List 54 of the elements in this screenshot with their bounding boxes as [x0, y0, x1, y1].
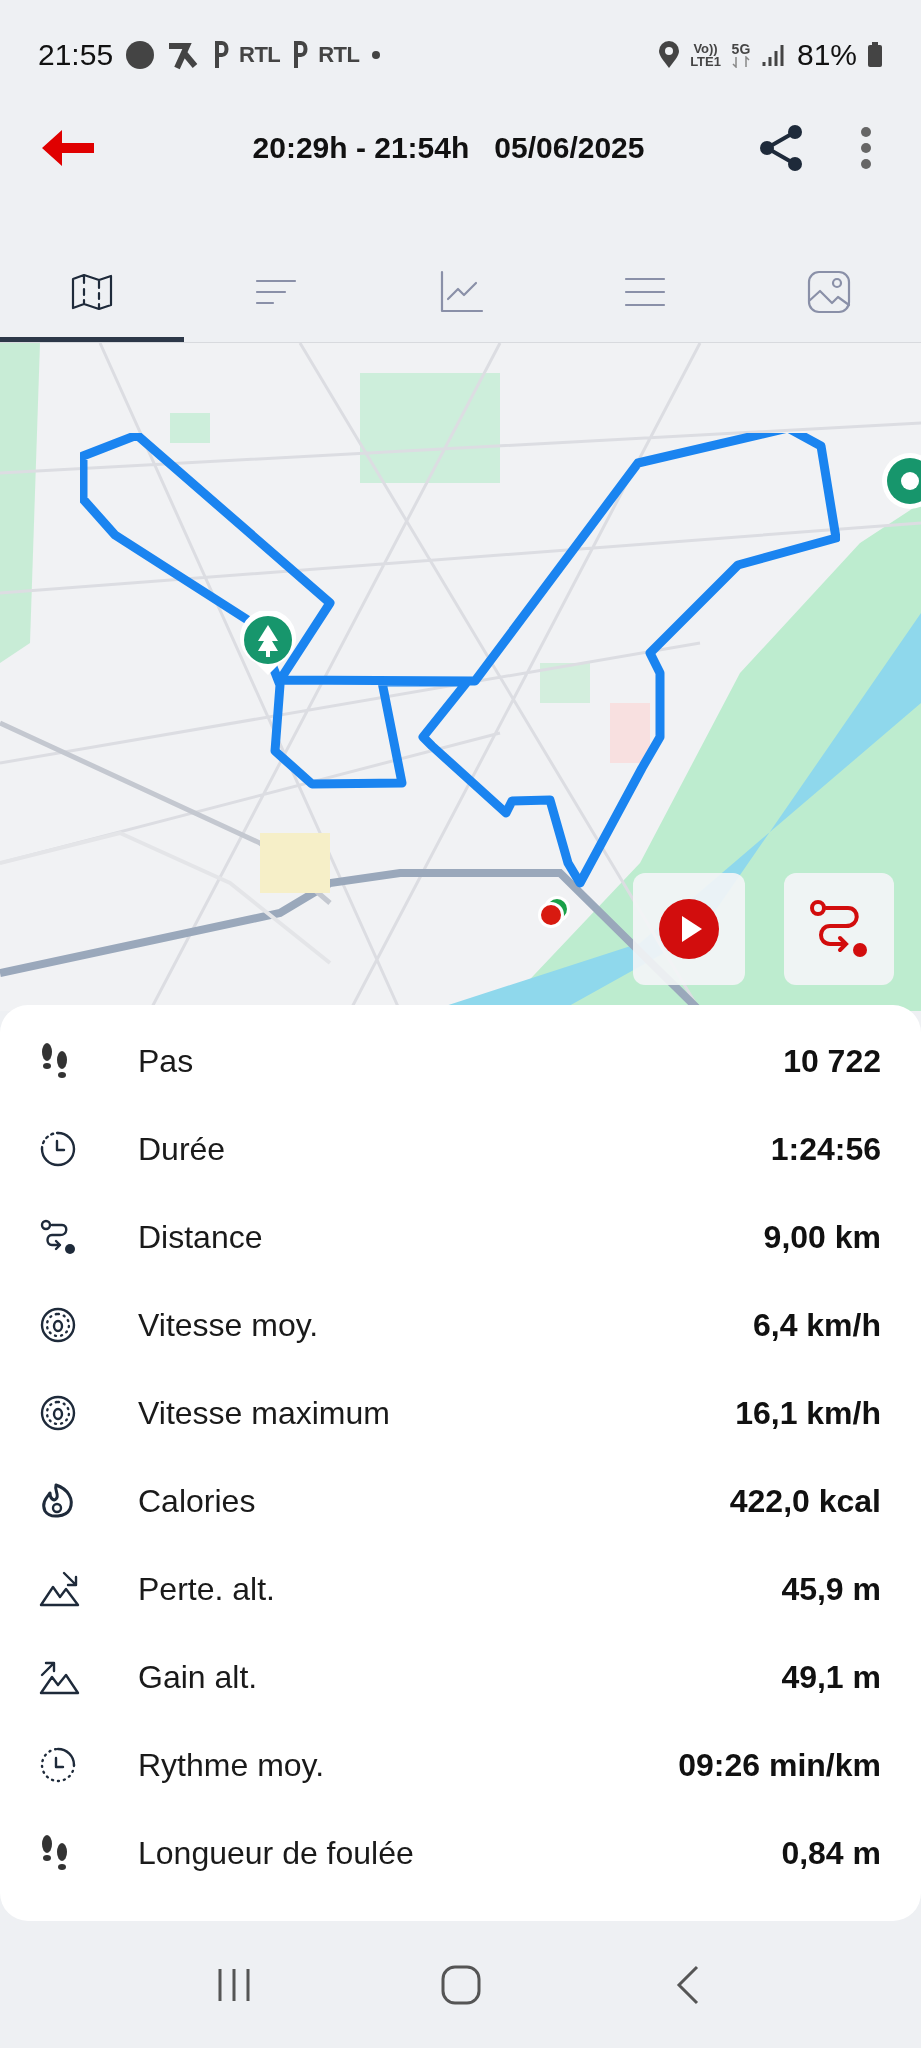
image-icon — [805, 268, 852, 315]
stat-label: Vitesse maximum — [138, 1394, 391, 1433]
play-button[interactable] — [633, 873, 745, 985]
speedometer-icon — [38, 1393, 78, 1433]
notification-label: RTL — [239, 41, 281, 69]
speedometer-icon — [38, 1305, 78, 1345]
volte-label: Vo)) — [693, 41, 718, 55]
status-time: 21:55 — [38, 37, 114, 73]
stat-value: 422,0 kcal — [729, 1482, 881, 1521]
data-arrows-icon — [730, 55, 751, 68]
stat-label: Distance — [138, 1218, 264, 1257]
stat-value: 16,1 km/h — [735, 1394, 881, 1433]
timer-icon — [38, 1745, 78, 1785]
stat-label: Vitesse moy. — [138, 1306, 320, 1345]
stat-value: 0,84 m — [781, 1834, 881, 1873]
battery-icon — [867, 41, 883, 68]
notification-icon — [125, 39, 156, 70]
network-label: 5G — [731, 41, 751, 56]
park-area — [170, 413, 210, 443]
stat-value: 09:26 min/km — [678, 1746, 881, 1785]
route-button[interactable] — [784, 873, 894, 985]
hospital-area — [610, 703, 650, 763]
battery-percent: 81% — [796, 37, 857, 73]
clock-icon — [38, 1129, 78, 1169]
stat-label: Perte. alt. — [138, 1570, 276, 1609]
header-title: 20:29h - 21:54h 05/06/2025 — [251, 130, 646, 166]
dot-icon — [371, 49, 382, 60]
mountain-down-icon — [38, 1569, 82, 1609]
play-icon — [658, 898, 720, 960]
notification-label: RTL — [318, 41, 360, 69]
stat-value: 1:24:56 — [770, 1130, 881, 1169]
stat-value: 10 722 — [783, 1042, 881, 1081]
p-icon — [292, 39, 309, 70]
stat-label: Longueur de foulée — [138, 1834, 415, 1873]
stat-label: Calories — [138, 1482, 257, 1521]
more-icon — [860, 125, 872, 170]
park-area — [540, 663, 590, 703]
route-icon — [38, 1217, 78, 1257]
stat-label: Durée — [138, 1130, 227, 1169]
back-icon — [674, 1964, 701, 2005]
lte-label: LTE1 — [690, 54, 721, 68]
stat-label: Gain alt. — [138, 1658, 259, 1697]
town-center-area — [260, 833, 330, 893]
stat-label: Rythme moy. — [138, 1746, 326, 1785]
location-icon — [658, 40, 681, 69]
stat-value: 45,9 m — [781, 1570, 881, 1609]
home-icon — [439, 1963, 482, 2006]
stat-label: Pas — [138, 1042, 195, 1081]
park-pin-icon — [238, 611, 298, 677]
p-icon — [213, 39, 230, 70]
stat-value: 9,00 km — [763, 1218, 881, 1257]
end-marker-icon — [535, 893, 573, 931]
stat-value: 6,4 km/h — [752, 1306, 881, 1345]
stat-value: 49,1 m — [781, 1658, 881, 1697]
